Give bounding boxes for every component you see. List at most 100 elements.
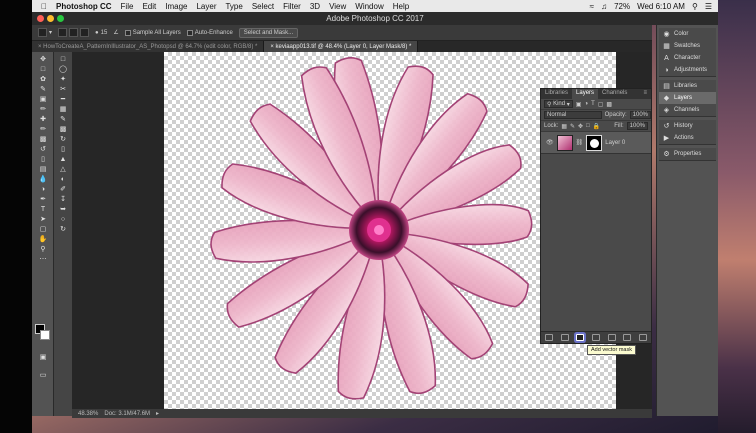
dock-libraries[interactable]: ▤ Libraries bbox=[659, 80, 716, 92]
lock-artboard-icon[interactable]: □ bbox=[586, 123, 590, 129]
layer-row[interactable]: 👁 ⛓ Layer 0 bbox=[541, 132, 651, 154]
filter-smart-icon[interactable]: ▩ bbox=[606, 101, 612, 108]
healing-tool-icon[interactable]: ✚ bbox=[34, 114, 52, 124]
layer-style-icon[interactable] bbox=[560, 334, 569, 341]
lock-all-icon[interactable]: 🔒 bbox=[593, 123, 600, 130]
dock-character[interactable]: A Character bbox=[659, 52, 716, 64]
sample-all-checkbox[interactable] bbox=[124, 29, 131, 36]
status-arrow-icon[interactable]: ▸ bbox=[156, 410, 159, 417]
sample-all-layers[interactable]: Sample All Layers bbox=[124, 29, 181, 36]
patch-tool-icon[interactable]: ▦ bbox=[54, 104, 72, 114]
blur-tool-icon[interactable]: 💧 bbox=[34, 174, 52, 184]
ellipse-marquee-icon[interactable]: ◯ bbox=[54, 64, 72, 74]
eyedropper-tool-icon[interactable]: ✏ bbox=[34, 104, 52, 114]
link-layers-icon[interactable] bbox=[544, 334, 553, 341]
layer-thumbnail[interactable] bbox=[556, 134, 573, 151]
dock-actions[interactable]: ▶ Actions bbox=[659, 132, 716, 144]
auto-enhance[interactable]: Auto-Enhance bbox=[186, 29, 233, 36]
wifi-icon[interactable]: ≈ bbox=[590, 2, 594, 11]
hand-tool-icon[interactable]: ✋ bbox=[34, 234, 52, 244]
path-select-icon[interactable]: ➤ bbox=[34, 214, 52, 224]
dock-history[interactable]: ↺ History bbox=[659, 120, 716, 132]
quick-mask-icon[interactable]: ▣ bbox=[34, 352, 52, 362]
artboard-tool-icon[interactable]: □ bbox=[54, 54, 72, 64]
tool-preset-picker[interactable]: ▾ bbox=[38, 28, 52, 37]
shape-tool-icon[interactable]: ▢ bbox=[34, 224, 52, 234]
brush-tool-icon[interactable]: ✏ bbox=[34, 124, 52, 134]
layer-name[interactable]: Layer 0 bbox=[605, 140, 625, 146]
dock-color[interactable]: ◉ Color bbox=[659, 28, 716, 40]
adjustment-layer-icon[interactable] bbox=[591, 334, 600, 341]
paint-bucket-icon[interactable]: ▲ bbox=[54, 154, 72, 164]
pencil-tool-icon[interactable]: ✎ bbox=[54, 114, 72, 124]
filter-type-icon[interactable]: T bbox=[591, 101, 595, 107]
panel-menu-icon[interactable]: ≡ bbox=[639, 89, 651, 99]
vertical-type-icon[interactable]: ↧ bbox=[54, 194, 72, 204]
menu-filter[interactable]: Filter bbox=[283, 2, 301, 11]
tab-layers[interactable]: Layers bbox=[572, 89, 599, 99]
burn-tool-icon[interactable]: ◐ bbox=[54, 174, 72, 184]
menu-edit[interactable]: Edit bbox=[142, 2, 156, 11]
bg-eraser-icon[interactable]: ▯ bbox=[54, 144, 72, 154]
fill-field[interactable]: 100% bbox=[626, 122, 648, 130]
minimize-window-button[interactable] bbox=[47, 15, 54, 22]
dodge-tool-icon[interactable]: ◑ bbox=[34, 184, 52, 194]
background-color-swatch[interactable] bbox=[40, 330, 50, 340]
tab-pattern-doc[interactable]: × HowToCreateA_PatternInIllustrator_AS_P… bbox=[32, 41, 265, 52]
select-and-mask-button[interactable]: Select and Mask... bbox=[238, 27, 299, 38]
layer-mask-thumbnail[interactable] bbox=[586, 134, 603, 151]
dock-swatches[interactable]: ▦ Swatches bbox=[659, 40, 716, 52]
dock-layers[interactable]: ◆ Layers bbox=[659, 92, 716, 104]
crop-tool-icon[interactable]: ▣ bbox=[34, 94, 52, 104]
filter-kind-select[interactable]: ⚲ Kind ▾ bbox=[544, 100, 573, 108]
filter-adjust-icon[interactable]: ◑ bbox=[584, 101, 588, 107]
mask-link-icon[interactable]: ⛓ bbox=[576, 139, 584, 146]
filter-pixel-icon[interactable]: ▣ bbox=[576, 101, 582, 108]
marquee-tool-icon[interactable]: □ bbox=[34, 64, 52, 74]
subtract-selection-icon[interactable] bbox=[80, 28, 90, 37]
new-selection-icon[interactable] bbox=[58, 28, 68, 37]
battery-level[interactable]: 72% bbox=[614, 2, 630, 11]
direct-select-icon[interactable]: ➥ bbox=[54, 204, 72, 214]
lock-paint-icon[interactable]: ✎ bbox=[570, 123, 575, 130]
menu-image[interactable]: Image bbox=[165, 2, 187, 11]
gradient-tool-icon[interactable]: ▤ bbox=[34, 164, 52, 174]
apple-icon[interactable]:  bbox=[41, 2, 47, 11]
menu-help[interactable]: Help bbox=[393, 2, 409, 11]
dock-channels[interactable]: ◈ Channels bbox=[659, 104, 716, 116]
opacity-field[interactable]: 100% bbox=[629, 111, 651, 119]
move-tool-icon[interactable]: ✥ bbox=[34, 54, 52, 64]
clock[interactable]: Wed 6:10 AM bbox=[637, 2, 685, 11]
art-history-icon[interactable]: ↻ bbox=[54, 134, 72, 144]
menu-app-name[interactable]: Photoshop CC bbox=[56, 2, 112, 11]
add-mask-icon[interactable] bbox=[576, 334, 585, 341]
menu-3d[interactable]: 3D bbox=[310, 2, 320, 11]
more-tools-icon[interactable]: ⋯ bbox=[34, 254, 52, 264]
new-group-icon[interactable] bbox=[607, 334, 616, 341]
filter-shape-icon[interactable]: ▢ bbox=[598, 101, 604, 108]
stamp-tool-icon[interactable]: ▩ bbox=[34, 134, 52, 144]
menu-file[interactable]: File bbox=[121, 2, 134, 11]
pattern-stamp-icon[interactable]: ▩ bbox=[54, 124, 72, 134]
zoom-window-button[interactable] bbox=[57, 15, 64, 22]
freeform-pen-icon[interactable]: ✐ bbox=[54, 184, 72, 194]
auto-enhance-checkbox[interactable] bbox=[186, 29, 193, 36]
blend-mode-select[interactable]: Normal bbox=[544, 111, 602, 119]
menu-type[interactable]: Type bbox=[225, 2, 242, 11]
quick-select-tool-icon[interactable]: ✎ bbox=[34, 84, 52, 94]
lasso-tool-icon[interactable]: ✿ bbox=[34, 74, 52, 84]
ellipse-shape-icon[interactable]: ○ bbox=[54, 214, 72, 224]
ruler-tool-icon[interactable]: ━ bbox=[54, 94, 72, 104]
lock-pixels-icon[interactable]: ▦ bbox=[561, 123, 567, 130]
brush-size-picker[interactable]: ● 15 bbox=[95, 30, 107, 36]
visibility-eye-icon[interactable]: 👁 bbox=[546, 139, 554, 146]
tab-channels[interactable]: Channels bbox=[598, 89, 631, 99]
lock-move-icon[interactable]: ✥ bbox=[578, 123, 583, 130]
new-layer-icon[interactable] bbox=[623, 334, 632, 341]
zoom-level[interactable]: 48.38% bbox=[78, 411, 98, 417]
volume-icon[interactable]: ♫ bbox=[601, 2, 607, 11]
tab-libraries[interactable]: Libraries bbox=[541, 89, 572, 99]
dock-properties[interactable]: ⚙ Properties bbox=[659, 148, 716, 160]
sharpen-tool-icon[interactable]: △ bbox=[54, 164, 72, 174]
screen-mode-icon[interactable]: ▭ bbox=[34, 370, 52, 380]
